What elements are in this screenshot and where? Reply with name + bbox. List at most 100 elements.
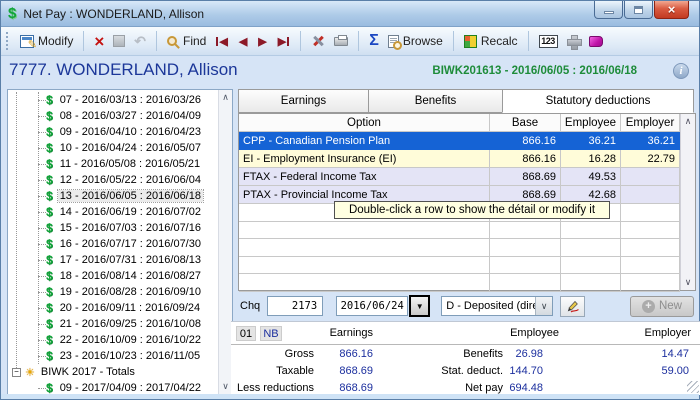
dollar-icon: $ xyxy=(46,109,53,123)
pay-group-badge: 01 xyxy=(236,326,256,341)
window-controls: × xyxy=(593,1,689,19)
dollar-icon: $ xyxy=(46,381,53,394)
new-button-label: New xyxy=(658,300,682,312)
toolbar-grip[interactable] xyxy=(6,32,9,50)
table-row-ei[interactable]: EI - Employment Insurance (EI) 866.16 16… xyxy=(239,150,695,168)
dollar-icon: $ xyxy=(46,125,53,139)
browse-button[interactable]: Browse xyxy=(385,32,446,50)
tree-item-period[interactable]: $15 - 2016/07/03 : 2016/07/16 xyxy=(8,220,218,236)
dollar-icon: $ xyxy=(46,221,53,235)
scroll-up-icon[interactable]: ∧ xyxy=(685,116,692,127)
tree-item-period[interactable]: $19 - 2016/08/28 : 2016/09/10 xyxy=(8,284,218,300)
maximize-button[interactable] xyxy=(624,1,653,19)
last-record-button[interactable]: ▶ xyxy=(274,33,293,50)
minimize-button[interactable] xyxy=(594,1,623,19)
close-button[interactable]: × xyxy=(654,1,689,19)
ledger-button[interactable] xyxy=(586,34,606,49)
find-button[interactable]: Find xyxy=(164,32,209,50)
toolbar-separator xyxy=(83,31,85,51)
plus-icon xyxy=(566,34,582,50)
cheque-label: Chq xyxy=(240,300,261,312)
sum-button[interactable]: Σ xyxy=(366,31,382,51)
delete-button[interactable]: × xyxy=(91,31,107,52)
tab-statutory-deductions[interactable]: Statutory deductions xyxy=(502,89,694,113)
table-row-cpp[interactable]: CPP - Canadian Pension Plan 866.16 36.21… xyxy=(239,132,695,150)
scroll-up-icon[interactable]: ∧ xyxy=(222,92,229,103)
sign-cheque-button[interactable] xyxy=(560,295,586,317)
tree-node-biwk-2017-totals[interactable]: − ☀ BIWK 2017 - Totals xyxy=(8,364,218,380)
column-header-employer[interactable]: Employer xyxy=(621,114,680,132)
summary-header-employee: Employee xyxy=(510,327,559,339)
calculator-button[interactable]: 123 xyxy=(536,33,561,50)
tree-scrollbar[interactable]: ∧ ∨ xyxy=(218,90,232,394)
first-record-icon: ◀ xyxy=(219,35,228,48)
pay-summary-panel: 01 NB Earnings Employee Employer Gross 8… xyxy=(231,321,700,395)
undo-button-disabled: ↶ xyxy=(131,32,149,50)
table-row-empty xyxy=(239,274,695,292)
tree-item-period[interactable]: $07 - 2016/03/13 : 2016/03/26 xyxy=(8,92,218,108)
column-header-employee[interactable]: Employee xyxy=(561,114,621,132)
scroll-down-icon[interactable]: ∨ xyxy=(222,381,229,392)
next-record-button[interactable]: ▶ xyxy=(254,33,270,50)
dollar-icon: $ xyxy=(46,205,53,219)
tree-item-period[interactable]: $18 - 2016/08/14 : 2016/08/27 xyxy=(8,268,218,284)
dropdown-arrow-icon: ▼ xyxy=(415,301,424,311)
employee-page-title: 7777. WONDERLAND, Allison xyxy=(9,60,238,79)
tree-item-period[interactable]: $23 - 2016/10/23 : 2016/11/05 xyxy=(8,348,218,364)
dollar-icon: $ xyxy=(46,253,53,267)
close-icon: × xyxy=(667,2,676,17)
tree-item-period-selected[interactable]: $13 - 2016/06/05 : 2016/06/18 xyxy=(8,188,218,204)
tree-item-period[interactable]: $12 - 2016/05/22 : 2016/06/04 xyxy=(8,172,218,188)
table-row-empty xyxy=(239,239,695,257)
save-button-disabled xyxy=(110,33,128,49)
browse-label: Browse xyxy=(402,34,443,48)
maximize-icon xyxy=(634,5,643,14)
dollar-icon: $ xyxy=(46,173,53,187)
window-bottom-frame xyxy=(1,394,699,399)
tree-item-period[interactable]: $08 - 2016/03/27 : 2016/04/09 xyxy=(8,108,218,124)
tree-item-period[interactable]: $09 - 2017/04/09 : 2017/04/22 xyxy=(8,380,218,394)
table-scrollbar[interactable]: ∧ ∨ xyxy=(680,114,695,290)
last-record-icon: ▶ xyxy=(277,35,287,48)
info-icon[interactable]: i xyxy=(673,63,689,79)
toolbar-separator xyxy=(527,31,529,51)
tree-item-period[interactable]: $17 - 2016/07/31 : 2016/08/13 xyxy=(8,252,218,268)
tree-item-period[interactable]: $16 - 2016/07/17 : 2016/07/30 xyxy=(8,236,218,252)
print-button[interactable] xyxy=(331,34,351,48)
tab-earnings[interactable]: Earnings xyxy=(238,89,369,113)
first-record-button[interactable]: ◀ xyxy=(212,33,231,50)
previous-record-icon: ◀ xyxy=(238,35,248,48)
dollar-icon: $ xyxy=(46,93,53,107)
tree-item-period[interactable]: $14 - 2016/06/19 : 2016/07/02 xyxy=(8,204,218,220)
collapse-icon[interactable]: − xyxy=(12,367,21,377)
tree-item-period[interactable]: $22 - 2016/10/09 : 2016/10/22 xyxy=(8,332,218,348)
undo-icon: ↶ xyxy=(134,33,147,49)
deposit-type-select[interactable]: D - Deposited (dire ∨ xyxy=(441,296,554,316)
toolbar-separator xyxy=(358,31,360,51)
column-header-base[interactable]: Base xyxy=(490,114,561,132)
column-header-option[interactable]: Option xyxy=(239,114,490,132)
tree-item-period[interactable]: $11 - 2016/05/08 : 2016/05/21 xyxy=(8,156,218,172)
tree-item-period[interactable]: $20 - 2016/09/11 : 2016/09/24 xyxy=(8,300,218,316)
book-icon xyxy=(588,35,603,47)
recalc-button[interactable]: Recalc xyxy=(461,32,521,50)
chevron-down-icon: ∨ xyxy=(540,300,548,311)
cheque-number-input[interactable]: 2173 xyxy=(267,296,324,316)
resize-grip[interactable] xyxy=(687,381,699,393)
dollar-icon: $ xyxy=(46,349,53,363)
scroll-down-icon[interactable]: ∨ xyxy=(685,277,692,288)
tools-button[interactable] xyxy=(308,32,328,50)
date-dropdown-button[interactable]: ▼ xyxy=(409,295,431,317)
tree-item-period[interactable]: $21 - 2016/09/25 : 2016/10/08 xyxy=(8,316,218,332)
tree-item-period[interactable]: $09 - 2016/04/10 : 2016/04/23 xyxy=(8,124,218,140)
recalc-label: Recalc xyxy=(480,34,518,48)
table-row-ftax[interactable]: FTAX - Federal Income Tax 868.69 49.53 xyxy=(239,168,695,186)
select-chevron-button[interactable]: ∨ xyxy=(535,297,553,315)
modify-icon: ✎ xyxy=(20,34,37,51)
tab-benefits[interactable]: Benefits xyxy=(368,89,503,113)
modify-label: Modify xyxy=(38,34,74,48)
modify-button[interactable]: ✎ Modify xyxy=(17,32,76,51)
previous-record-button[interactable]: ◀ xyxy=(235,33,251,50)
tree-item-period[interactable]: $10 - 2016/04/24 : 2016/05/07 xyxy=(8,140,218,156)
cheque-date-input[interactable]: 2016/06/24 xyxy=(336,296,409,316)
